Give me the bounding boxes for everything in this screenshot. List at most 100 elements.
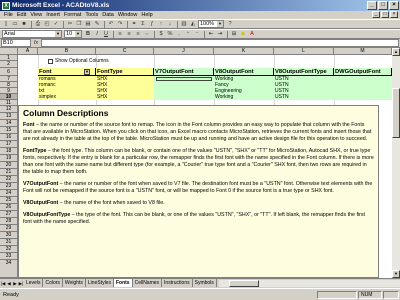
header-v8outputfonttype[interactable]: V8OutputFontType bbox=[274, 68, 334, 76]
tab-weights[interactable]: Weights bbox=[62, 279, 86, 287]
cell-dwgoutputfont[interactable] bbox=[334, 94, 392, 100]
save-icon[interactable]: ■ bbox=[20, 20, 28, 28]
row-header[interactable]: 34 bbox=[0, 260, 18, 278]
close-button[interactable]: × bbox=[389, 1, 399, 10]
checkbox-icon[interactable] bbox=[48, 58, 53, 64]
redo-icon[interactable]: ↷ bbox=[116, 20, 124, 28]
row-header[interactable]: 19 bbox=[0, 155, 18, 162]
row-header[interactable]: 17 bbox=[0, 141, 18, 148]
row-header[interactable]: 33 bbox=[0, 253, 18, 260]
row-header[interactable]: 32 bbox=[0, 246, 18, 253]
column-descriptions-textbox[interactable]: Column Descriptions Font – the name or n… bbox=[18, 105, 379, 278]
scroll-up-icon[interactable]: ▲ bbox=[392, 48, 400, 56]
chart-wizard-icon[interactable]: ▥ bbox=[180, 20, 188, 28]
menu-file[interactable]: File bbox=[2, 12, 15, 18]
function-icon[interactable]: ƒ bbox=[148, 20, 156, 28]
row-header[interactable]: 23 bbox=[0, 183, 18, 190]
cell-fonttype[interactable]: SHX bbox=[96, 94, 154, 100]
row-header[interactable]: 12 bbox=[0, 106, 18, 113]
row-header[interactable]: 30 bbox=[0, 232, 18, 239]
doc-close-button[interactable]: × bbox=[390, 11, 398, 18]
cell-v7outputfont[interactable] bbox=[154, 94, 214, 100]
column-header-m[interactable]: M bbox=[334, 48, 392, 55]
fill-color-icon[interactable]: ◆ bbox=[239, 30, 247, 38]
sort-descending-icon[interactable]: ↓ bbox=[166, 20, 174, 28]
spelling-icon[interactable]: ✓ bbox=[52, 20, 60, 28]
scrollbar-thumb[interactable] bbox=[392, 88, 400, 138]
currency-icon[interactable]: $ bbox=[157, 30, 165, 38]
cut-icon[interactable]: ✂ bbox=[66, 20, 74, 28]
italic-icon[interactable]: I bbox=[93, 30, 101, 38]
print-icon[interactable]: ⎙ bbox=[34, 20, 42, 28]
column-header-a[interactable]: A bbox=[18, 48, 38, 55]
cell-v8outputfonttype[interactable]: USTN bbox=[274, 94, 334, 100]
percent-icon[interactable]: % bbox=[166, 30, 174, 38]
column-header-c[interactable]: C bbox=[96, 48, 154, 55]
header-fonttype[interactable]: FontType bbox=[96, 68, 154, 76]
drawing-icon[interactable]: ◭ bbox=[189, 20, 197, 28]
font-name-select[interactable]: Arial ▼ bbox=[2, 30, 62, 38]
select-all-corner[interactable] bbox=[0, 48, 18, 55]
align-center-icon[interactable]: ≡ bbox=[125, 30, 133, 38]
hyperlink-icon[interactable]: ⚭ bbox=[130, 20, 138, 28]
column-header-k[interactable]: K bbox=[214, 48, 274, 55]
column-header-l[interactable]: L bbox=[274, 48, 334, 55]
row-header[interactable]: 6 bbox=[0, 68, 18, 76]
open-icon[interactable]: ▭ bbox=[11, 20, 19, 28]
name-box[interactable]: B10 bbox=[1, 39, 31, 47]
row-header[interactable]: 29 bbox=[0, 225, 18, 232]
maximize-button[interactable]: □ bbox=[378, 1, 388, 10]
horizontal-scrollbar[interactable] bbox=[218, 279, 400, 287]
tab-colors[interactable]: Colors bbox=[43, 279, 63, 287]
align-left-icon[interactable]: ≡ bbox=[116, 30, 124, 38]
doc-restore-button[interactable]: □ bbox=[381, 11, 389, 18]
function-icon[interactable]: fx bbox=[31, 40, 41, 46]
row-header[interactable]: 14 bbox=[0, 120, 18, 127]
autosum-icon[interactable]: Σ bbox=[139, 20, 147, 28]
row-header[interactable]: 20 bbox=[0, 162, 18, 169]
align-right-icon[interactable]: ≡ bbox=[134, 30, 142, 38]
header-dwgoutputfont[interactable]: DWGOutputFont bbox=[334, 68, 392, 76]
populate-fonts-icon[interactable]: ▼ bbox=[84, 69, 90, 75]
header-v8outputfont[interactable]: V8OutputFont bbox=[214, 68, 274, 76]
show-optional-columns-checkbox[interactable]: Show Optional Columns bbox=[48, 58, 109, 64]
row-header[interactable]: 21 bbox=[0, 169, 18, 176]
row-header[interactable]: 16 bbox=[0, 134, 18, 141]
scroll-down-icon[interactable]: ▼ bbox=[392, 270, 400, 278]
decrease-decimal-icon[interactable]: ⁻ bbox=[193, 30, 201, 38]
worksheet[interactable]: A B C J K L M 1 2 6 7 8 9 10 11 12 13 14… bbox=[0, 48, 392, 278]
new-icon[interactable]: ▯ bbox=[2, 20, 10, 28]
paste-icon[interactable]: ▤ bbox=[84, 20, 92, 28]
decrease-indent-icon[interactable]: ⇤ bbox=[207, 30, 215, 38]
comma-icon[interactable]: , bbox=[175, 30, 183, 38]
underline-icon[interactable]: U bbox=[102, 30, 110, 38]
menu-tools[interactable]: Tools bbox=[83, 12, 100, 18]
scrollbar-thumb[interactable] bbox=[228, 279, 259, 287]
minimize-button[interactable]: _ bbox=[367, 1, 377, 10]
help-icon[interactable]: ? bbox=[226, 20, 234, 28]
v7outputfont-select[interactable] bbox=[156, 77, 212, 81]
formula-input[interactable] bbox=[41, 39, 399, 47]
doc-minimize-button[interactable]: _ bbox=[372, 11, 380, 18]
tab-instructions[interactable]: Instructions bbox=[162, 279, 193, 287]
tab-symbols[interactable]: Symbols bbox=[192, 279, 217, 287]
row-header[interactable]: 27 bbox=[0, 211, 18, 218]
row-header[interactable]: 25 bbox=[0, 197, 18, 204]
row-header[interactable]: 13 bbox=[0, 113, 18, 120]
menu-window[interactable]: Window bbox=[116, 12, 140, 18]
tab-cellnames[interactable]: CellNames bbox=[132, 279, 163, 287]
sort-ascending-icon[interactable]: ↑ bbox=[157, 20, 165, 28]
menu-edit[interactable]: Edit bbox=[15, 12, 28, 18]
menu-data[interactable]: Data bbox=[100, 12, 116, 18]
row-header[interactable]: 31 bbox=[0, 239, 18, 246]
font-size-select[interactable]: 10 ▼ bbox=[64, 30, 82, 38]
borders-icon[interactable]: ⊞ bbox=[230, 30, 238, 38]
zoom-select[interactable]: 100% ▼ bbox=[198, 20, 224, 28]
menu-help[interactable]: Help bbox=[139, 12, 154, 18]
menu-format[interactable]: Format bbox=[62, 12, 83, 18]
increase-indent-icon[interactable]: ⇥ bbox=[216, 30, 224, 38]
tab-levels[interactable]: Levels bbox=[24, 279, 44, 287]
menu-view[interactable]: View bbox=[28, 12, 44, 18]
copy-icon[interactable]: ❐ bbox=[75, 20, 83, 28]
print-preview-icon[interactable]: ◰ bbox=[43, 20, 51, 28]
